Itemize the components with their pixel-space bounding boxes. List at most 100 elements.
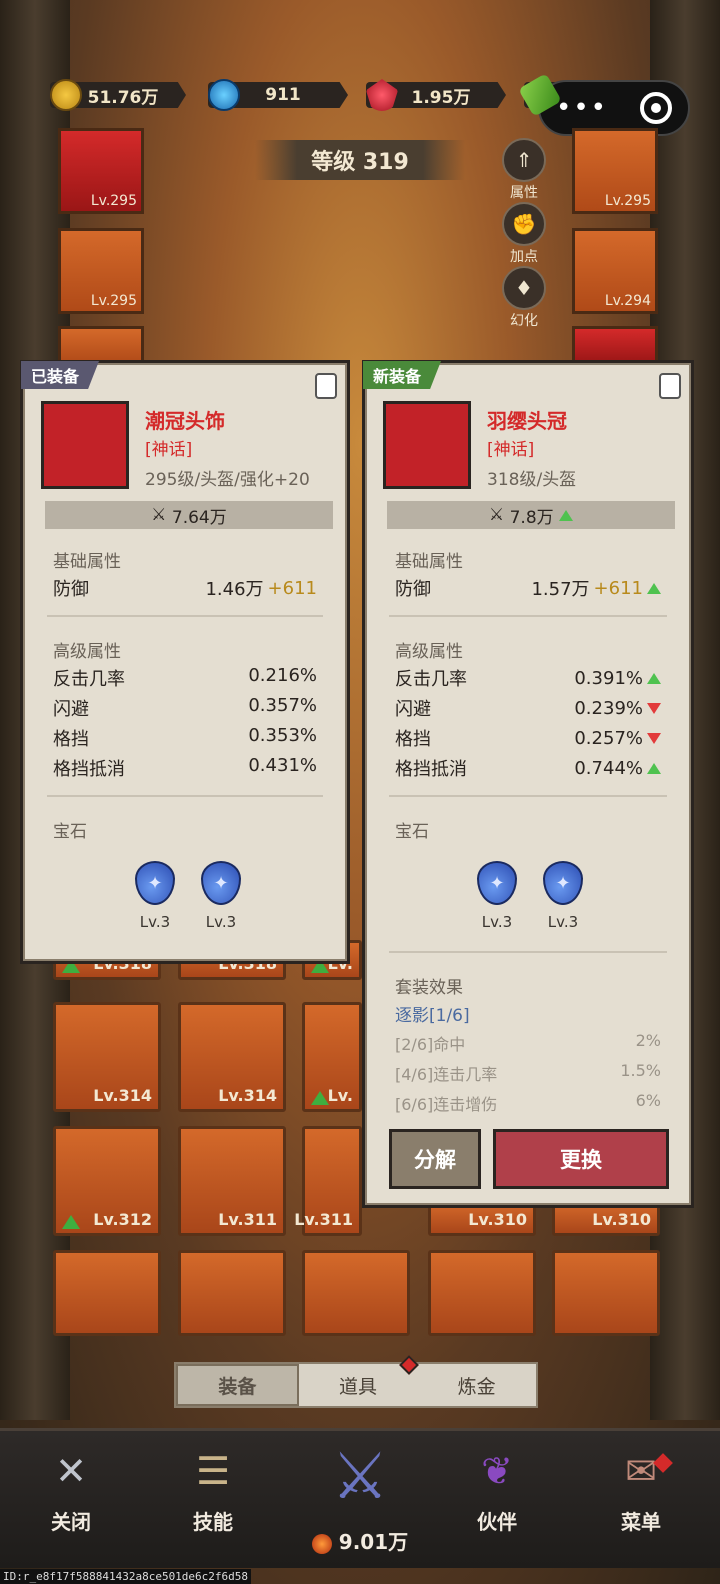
item-level: Lv.314 (218, 1086, 277, 1105)
item-level: Lv.312 (93, 1210, 152, 1229)
set-bonus-row: [4/6]连击几率 1.5% (395, 1061, 661, 1085)
adv-attr-title: 高级属性 (53, 642, 121, 662)
unlock-icon[interactable] (315, 373, 337, 399)
gem-title: 宝石 (395, 822, 429, 842)
nav-close[interactable]: ✕ 关闭 (26, 1440, 116, 1535)
nav-menu[interactable]: ✉ 菜单 (596, 1440, 686, 1535)
item-level: Lv.310 (592, 1210, 651, 1229)
close-target-icon[interactable] (639, 92, 672, 124)
slot-level: Lv.295 (90, 193, 137, 209)
inventory-item[interactable]: Lv. (302, 1002, 362, 1112)
more-icon[interactable]: ••• (556, 93, 608, 123)
crossed-tools-icon: ✕ (55, 1449, 87, 1493)
decompose-button[interactable]: 分解 (389, 1129, 481, 1189)
tab-equipment[interactable]: 装备 (176, 1364, 299, 1406)
attr-name: 闪避 (53, 699, 89, 720)
inventory-item[interactable] (428, 1250, 536, 1336)
set-bonus-value: 1.5% (620, 1061, 661, 1080)
item-rarity: [神话] (487, 440, 535, 460)
attributes-icon: ⇑ (502, 138, 546, 182)
inventory-item[interactable] (178, 1250, 286, 1336)
item-info: 295级/头盔/强化+20 (145, 470, 310, 490)
gem-slot[interactable]: ✦ Lv.3 (133, 861, 177, 931)
nav-battle[interactable]: ⚔ 9.01万 (300, 1432, 420, 1555)
inventory-item[interactable] (53, 1250, 161, 1336)
equip-slot-helmet[interactable]: Lv.295 (58, 128, 144, 214)
equip-slot-armor[interactable]: Lv.295 (58, 228, 144, 314)
tab-items[interactable]: 道具 (299, 1364, 418, 1406)
gem-slot[interactable]: ✦ Lv.3 (199, 861, 243, 931)
gold-counter: 51.76万 (50, 79, 186, 111)
unlock-icon[interactable] (659, 373, 681, 399)
combat-power: ⚔ 7.8万 (387, 501, 675, 529)
transmog-button[interactable]: ♦ 幻化 (500, 266, 548, 330)
inventory-tabs: 装备 道具 炼金 (174, 1362, 538, 1408)
attr-row: 防御 1.46万 +611 (53, 575, 317, 601)
attr-value: 0.216% (248, 665, 317, 686)
combat-power: ⚔ 7.64万 (45, 501, 333, 529)
transmog-label: 幻化 (510, 313, 538, 329)
gem-slot[interactable]: ✦ Lv.3 (475, 861, 519, 931)
attr-bonus: +611 (593, 577, 643, 599)
base-attr-title: 基础属性 (53, 552, 121, 572)
set-effect-title: 套装效果 (395, 978, 463, 998)
attr-row: 格挡抵消 0.744% (395, 755, 661, 781)
blue-gem-icon: ✦ (135, 861, 175, 905)
increase-arrow-icon (647, 672, 661, 684)
divider (47, 795, 323, 797)
power-value: 7.8万 (509, 507, 554, 528)
inventory-item[interactable] (302, 1250, 410, 1336)
equip-slot-quiver[interactable]: Lv.294 (572, 228, 658, 314)
slot-level: Lv.295 (604, 193, 651, 209)
inventory-item[interactable]: Lv.311 (178, 1126, 286, 1236)
set-bonus-row: [6/6]连击增伤 6% (395, 1091, 661, 1115)
increase-arrow-icon (647, 762, 661, 774)
inventory-item[interactable]: Lv.314 (178, 1002, 286, 1112)
gem-level: Lv.3 (205, 913, 237, 931)
attr-name: 格挡抵消 (395, 759, 467, 780)
blue-gem-icon: ✦ (201, 861, 241, 905)
nav-partner[interactable]: ❦ 伙伴 (452, 1440, 542, 1535)
inventory-item[interactable]: Lv.311 (294, 1126, 362, 1236)
attr-name: 格挡 (395, 729, 431, 750)
slot-level: Lv.295 (90, 293, 137, 309)
divider (389, 615, 667, 617)
attr-value: 0.431% (248, 755, 317, 776)
set-bonus-name: [4/6]连击几率 (395, 1065, 498, 1084)
gem-slot[interactable]: ✦ Lv.3 (541, 861, 585, 931)
attr-row: 格挡抵消 0.431% (53, 755, 317, 781)
upgrade-arrow-icon (62, 1215, 80, 1229)
attr-name: 格挡 (53, 729, 89, 750)
decrease-arrow-icon (647, 702, 661, 714)
inventory-item[interactable]: Lv.312 (53, 1126, 161, 1236)
gem-level: Lv.3 (139, 913, 171, 931)
item-level: Lv.314 (93, 1086, 152, 1105)
attributes-button[interactable]: ⇑ 属性 (500, 138, 548, 202)
nav-label: 关闭 (51, 1510, 91, 1534)
mana-orb-icon (208, 79, 240, 111)
item-name: 潮冠头饰 (145, 409, 225, 433)
new-item-panel: 新装备 羽缨头冠 [神话] 318级/头盔 ⚔ 7.8万 基础属性 防御 1.57… (362, 360, 694, 1208)
attr-value: 0.744% (574, 757, 643, 779)
inventory-item[interactable] (552, 1250, 660, 1336)
attr-value: 0.391% (574, 667, 643, 689)
crossed-swords-icon: ⚔ (151, 505, 167, 525)
ruby-counter: 1.95万 (366, 79, 506, 111)
power-value: 7.64万 (171, 507, 227, 528)
user-id: ID:r_e8f17f588841432a8ce501de6c2f6d58 (0, 1569, 252, 1584)
equip-slot-bow[interactable]: Lv.295 (572, 128, 658, 214)
item-rarity: [神话] (145, 440, 193, 460)
allocate-points-button[interactable]: ✊ 加点 (500, 202, 548, 266)
item-level: Lv.311 (294, 1210, 353, 1229)
attr-name: 闪避 (395, 699, 431, 720)
base-attr-title: 基础属性 (395, 552, 463, 572)
set-bonus-value: 2% (635, 1031, 661, 1050)
tab-alchemy[interactable]: 炼金 (417, 1364, 536, 1406)
adv-attr-title: 高级属性 (395, 642, 463, 662)
attr-name: 反击几率 (395, 669, 467, 690)
nav-skills[interactable]: ☰ 技能 (168, 1440, 258, 1535)
inventory-item[interactable]: Lv.314 (53, 1002, 161, 1112)
set-name: 逐影[1/6] (395, 1006, 470, 1026)
replace-button[interactable]: 更换 (493, 1129, 669, 1189)
new-item-tag: 新装备 (363, 361, 442, 389)
